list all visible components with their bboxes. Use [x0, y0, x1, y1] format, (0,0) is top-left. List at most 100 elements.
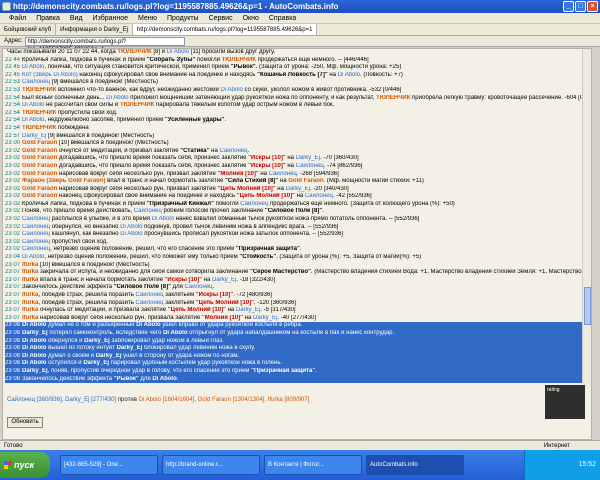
team2-player1[interactable]: Di Abolo [1604/1604], [139, 397, 196, 403]
log-timestamp: 23 02 [5, 223, 21, 230]
log-timestamp: 23 02 [5, 238, 21, 245]
log-message: Сайлонец пропустил свой ход. [22, 238, 108, 245]
minimize-button[interactable]: _ [563, 1, 574, 12]
menu-item-5[interactable]: Продукты [162, 13, 204, 23]
log-line: 22 53 Сайлонец [9] вмешался в поединок! (… [5, 79, 583, 87]
task-button-2[interactable]: http://brand-online.r... [162, 455, 260, 475]
log-message: Darky_Ej потерял самоконтроль, вследстви… [22, 329, 395, 336]
log-line: 23 02 Сайлонец расплылся в улыбке, и в эт… [5, 216, 583, 224]
close-button[interactable]: × [587, 1, 598, 12]
log-message: Ifurka, победив страх, решила поразить С… [22, 292, 272, 298]
log-message: Darky_Ej, поняв, пропустив очередной уда… [22, 367, 317, 374]
log-message: Gold Faraon нарисовав вокруг себя нескол… [22, 185, 349, 192]
team1-player2[interactable]: Darky_Ej [277/430] [65, 397, 116, 403]
log-timestamp: 23 08 [5, 360, 21, 367]
log-line: 22 57 Darky_Ej [9] вмешался в поединок! (… [5, 133, 583, 141]
log-timestamp: 23 02 [5, 200, 21, 207]
log-timestamp: 22 54 [5, 102, 21, 109]
log-timestamp: 22 54 [5, 124, 21, 131]
clock: 15:52 [578, 461, 596, 468]
team2-player3[interactable]: Ifurka [809/907] [268, 397, 310, 403]
log-timestamp: 23 02 [5, 178, 21, 185]
log-line: 22 54 ТЮЛЕНЧИК побеждена [5, 125, 583, 133]
log-timestamp: 23 07 [5, 261, 21, 268]
menu-item-8[interactable]: Справка [264, 13, 301, 23]
log-line: 23 02 Gold Faraon очнулся от медитации, и… [5, 148, 583, 156]
log-message: Di Abolo, нетрезво оценив положение, реш… [22, 254, 422, 261]
tab-strip: Бойцовский клуб Информация о Darky_Ej http… [0, 24, 600, 36]
refresh-button[interactable]: Обновить [7, 417, 43, 428]
log-message: Поняв, что пришло время действовать, Сай… [22, 208, 324, 215]
log-line: 22 54 ТЮЛЕНЧИК пропустила свой ход. [5, 110, 583, 118]
log-timestamp: 22 54 [5, 94, 21, 101]
log-line: 22 54 Di Abolo, недружелюбно засопев, при… [5, 117, 583, 125]
log-message: Di Abolo думал о своем и Darky_Ej ушел в… [22, 352, 240, 359]
battle-summary: Сайлонец [360/936], Darky_Ej [277/430] п… [7, 397, 309, 403]
menu-item-1[interactable]: Правка [31, 13, 65, 23]
log-timestamp: 23 02 [5, 208, 21, 215]
log-timestamp: 23 02 [5, 147, 21, 154]
log-message: Сайлонец кашлянул, как внезапно Di Abolo… [22, 231, 343, 238]
log-line: 23 08 Di Abolo обернулся и Darky_Ej забло… [5, 337, 583, 346]
log-timestamp: 23 02 [5, 155, 21, 162]
log-line: 23 08 Di Abolo оступился и Darky_Ej парир… [5, 360, 583, 368]
log-line: 23 02 Фараон (Зверь Gold Faraon) впал в т… [5, 178, 583, 186]
address-label: Адрес: [4, 38, 23, 44]
log-message: Ifurka очнулась от медитации, и призвала… [22, 307, 296, 314]
log-message: Кроличья лапка, подкова в пучинах и прие… [22, 56, 369, 63]
log-timestamp: 23 07 [5, 269, 21, 276]
window-title: http://demonscity.combats.ru/logs.pl?log… [13, 2, 339, 11]
menu-item-4[interactable]: Меню [133, 13, 162, 23]
log-message: Di Abolo, недружелюбно засопев, применил… [22, 117, 227, 124]
log-line: 23 02 Gold Faraon наконец сфокусировал св… [5, 193, 583, 201]
log-line: 23 07 Ifurka, победив страх, решила пораз… [5, 300, 583, 308]
task-button-4[interactable]: AutoCombats.info [366, 455, 464, 475]
log-line: 23 02 Кроличья лапка, подкова в пучинах и… [5, 201, 583, 209]
log-timestamp: 22 45 [5, 71, 21, 78]
log-message: Gold Faraon нарисовав вокруг себя нескол… [22, 170, 339, 177]
task-button-1[interactable]: [432-865-529] - Опе... [60, 455, 158, 475]
task-button-3[interactable]: В Контакте | Фотог... [264, 455, 362, 475]
maximize-button[interactable]: □ [575, 1, 586, 12]
log-line: 22 44 Кроличья лапка, подкова в пучинах и… [5, 57, 583, 65]
log-line: 23 00 Gold Faraon [10] вмешался в поедино… [5, 140, 583, 148]
menu-item-0[interactable]: Файл [4, 13, 31, 23]
rating-counter-banner[interactable]: rating [545, 385, 585, 419]
log-message: Di Abolo оступился и Darky_Ej парировал … [22, 360, 283, 367]
start-button[interactable]: пуск [0, 452, 50, 478]
log-line: 23 08 Закончилось действие эффекта "Рывок… [5, 375, 583, 384]
log-message: Ifurka [10] вмешался в поединок! (Местно… [22, 261, 150, 268]
log-timestamp: 23 08 [5, 337, 21, 344]
team1-player1[interactable]: Сайлонец [360/936], [7, 397, 63, 403]
log-message: Di Abolo обернулся и Darky_Ej заблокиров… [22, 337, 224, 344]
log-line: 23 08 Di Abolo думал о своем и Darky_Ej у… [5, 352, 583, 361]
menu-item-2[interactable]: Вид [65, 13, 88, 23]
scrollbar-thumb[interactable] [584, 287, 591, 325]
browser-tab-0[interactable]: Бойцовский клуб [0, 24, 57, 35]
menu-item-6[interactable]: Сервис [204, 13, 238, 23]
log-message: ТЮЛЕНЧИК вспомнил что-то важное, как вдр… [22, 86, 402, 93]
log-timestamp: 23 02 [5, 185, 21, 192]
log-message: Ifurka закричала от испуга, и неожиданно… [22, 269, 583, 276]
browser-tab-2[interactable]: http://demonscity.combats.ru/logs.pl?log… [132, 24, 318, 35]
browser-tab-1[interactable]: Информация о Darky_Ej [56, 24, 133, 35]
log-message: Ifurka, победив страх, решила поразить С… [22, 299, 296, 306]
log-message: Di Abolo думал не о том и разъяренный Di… [22, 322, 303, 329]
menu-bar: Файл Правка Вид Избранное Меню Продукты Сервис… [0, 13, 600, 24]
log-timestamp: 22 57 [5, 132, 21, 139]
address-input[interactable]: http://demonscity.combats.ru/logs.pl?log… [24, 37, 185, 53]
log-timestamp: 23 07 [5, 284, 21, 291]
log-timestamp: 23 00 [5, 140, 21, 147]
log-timestamp: 22 54 [5, 109, 21, 116]
team2-player2[interactable]: Gold Faraon [1304/1304], [198, 397, 266, 403]
menu-item-3[interactable]: Избранное [88, 13, 133, 23]
log-timestamp: 22 54 [5, 117, 21, 124]
log-timestamp: 23 02 [5, 193, 21, 200]
status-text: Готово [4, 443, 23, 449]
status-bar: Готово Интернет [0, 440, 600, 450]
log-message: Закончилось действие эффекта "Рывок" для… [22, 375, 179, 382]
log-line: 23 07 Ifurka закричала от испуга, и неожи… [5, 269, 583, 277]
menu-item-7[interactable]: Окно [238, 13, 264, 23]
log-line: 23 08 Di Abolo думал не о том и разъяренн… [5, 322, 583, 330]
vertical-scrollbar[interactable] [582, 49, 591, 384]
